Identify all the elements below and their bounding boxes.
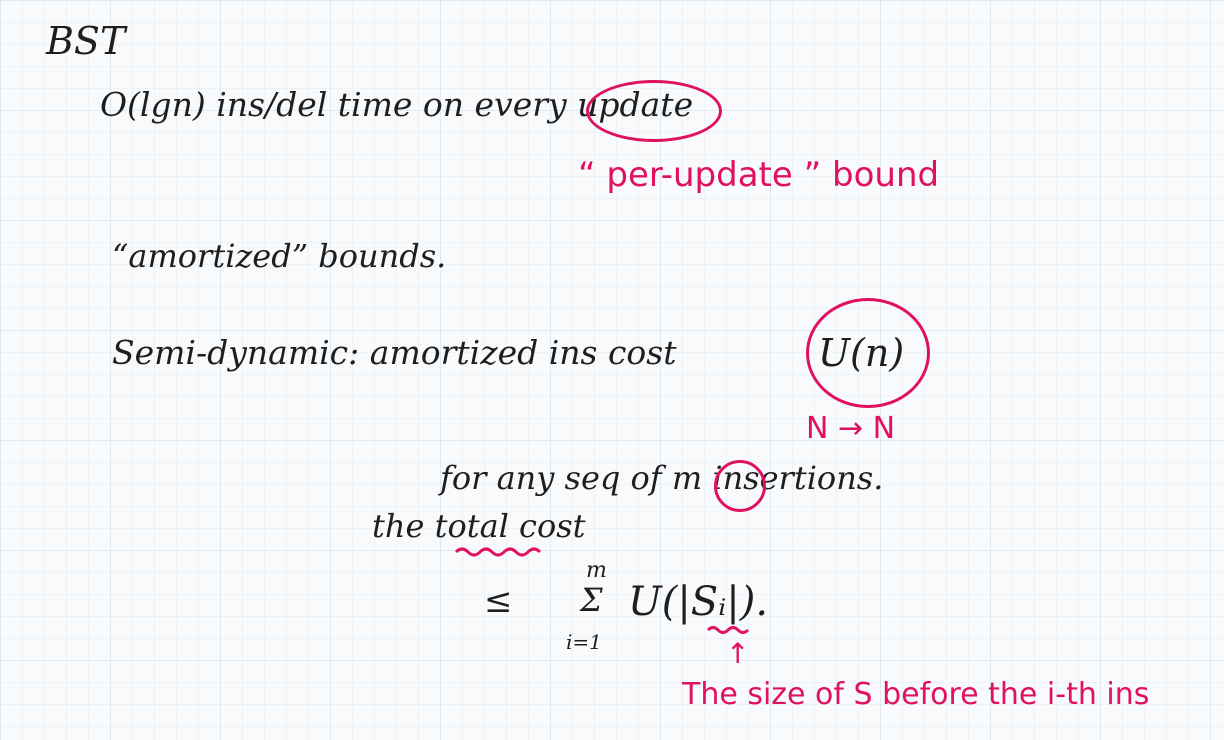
underline-marks — [454, 547, 750, 634]
underline-si — [706, 626, 750, 634]
underline-total — [454, 547, 542, 557]
notebook-page: BST O(lgn) ins/del time on every update … — [0, 0, 1224, 740]
